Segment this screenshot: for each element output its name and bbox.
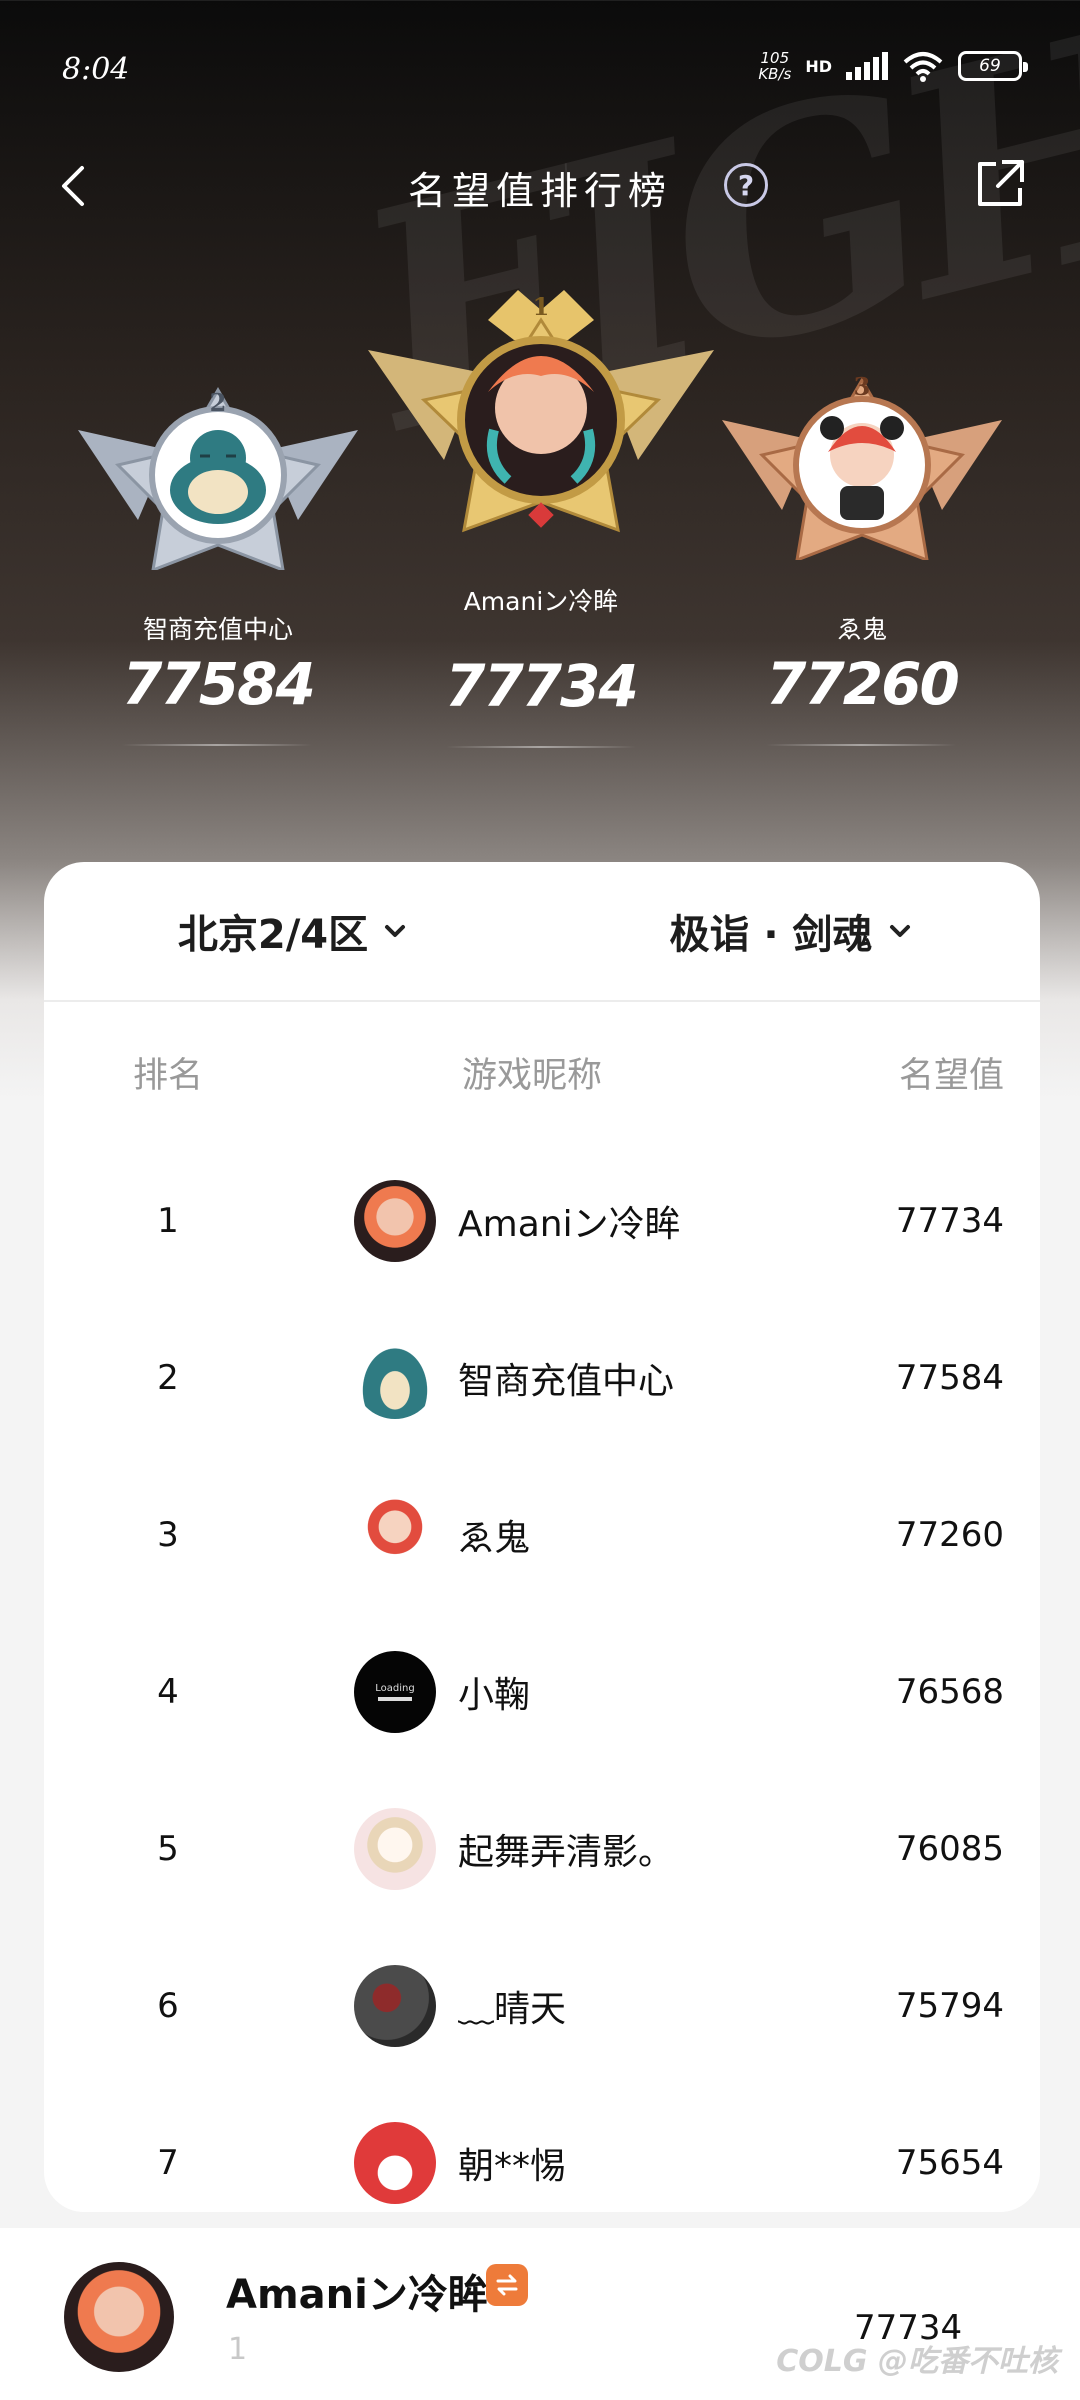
profession-dropdown-label: 极诣 · 剑魂: [669, 912, 873, 958]
my-rank-bar[interactable]: Amaniン冷眸 1 77734 COLG @吃番不吐核: [0, 2228, 1080, 2400]
row-score: 77734: [895, 1200, 1004, 1241]
my-name: Amaniン冷眸: [226, 2272, 488, 2318]
row-rank: 6: [157, 1985, 179, 2026]
header-score: 名望值: [898, 1055, 1004, 1096]
my-rank: 1: [228, 2332, 248, 2367]
chevron-down-icon: [385, 925, 406, 937]
row-score: 76568: [895, 1671, 1004, 1712]
row-player: Amaniン冷眸: [292, 1179, 772, 1262]
row-rank: 7: [157, 2142, 179, 2183]
podium-first-divider: [446, 746, 636, 748]
row-score: 76085: [895, 1828, 1004, 1869]
chibi-avatar[interactable]: [354, 1807, 436, 1890]
row-player: 智商充值中心: [292, 1336, 772, 1419]
row-score: 77584: [895, 1357, 1004, 1398]
filter-bar: 北京2/4区 极诣 · 剑魂: [44, 862, 1040, 1002]
row-player: Loading 小鞠: [292, 1650, 772, 1733]
row-rank: 4: [157, 1671, 179, 1712]
row-rank: 5: [157, 1828, 179, 1869]
row-name: 朝**惕: [458, 2145, 567, 2187]
row-player: 朝**惕: [292, 2121, 772, 2204]
header-bar: 名望值排行榜 ?: [0, 140, 1080, 230]
table-row[interactable]: 1 Amaniン冷眸 77734: [44, 1142, 1040, 1299]
podium-second-score: 77584: [122, 650, 316, 718]
help-icon[interactable]: ?: [724, 163, 768, 207]
row-score: 75794: [895, 1985, 1004, 2026]
podium-first-score: 77734: [445, 652, 639, 720]
row-rank: 1: [157, 1200, 179, 1241]
podium-first-rank: 1: [532, 292, 550, 321]
row-name: ﹏晴天: [458, 1988, 567, 2030]
loading-avatar[interactable]: Loading: [354, 1650, 436, 1733]
row-score: 77260: [895, 1514, 1004, 1555]
my-avatar[interactable]: [64, 2262, 174, 2372]
watermark: COLG @吃番不吐核: [776, 2344, 1058, 2379]
red-hood-avatar[interactable]: [354, 2121, 436, 2204]
podium-third-divider: [766, 744, 956, 746]
row-name: 智商充值中心: [458, 1360, 675, 1402]
top-three-podium: 2 智商充值中心 77584 1 Amaniン冷眸 77734 3 ゑ鬼 772…: [0, 270, 1080, 750]
server-dropdown[interactable]: 北京2/4区: [44, 862, 542, 1000]
header-name: 游戏昵称: [461, 1055, 602, 1096]
podium-second-name: 智商充值中心: [142, 615, 293, 644]
panda-girl-avatar[interactable]: [354, 1493, 436, 1576]
row-rank: 2: [157, 1357, 179, 1398]
battery-icon: 69: [958, 51, 1028, 81]
podium-third-score: 77260: [766, 650, 960, 718]
podium-first-name: Amaniン冷眸: [463, 587, 619, 616]
dark-red-avatar[interactable]: [354, 1964, 436, 2047]
table-row[interactable]: 2 智商充值中心 77584: [44, 1299, 1040, 1456]
snorlax-avatar[interactable]: [354, 1336, 436, 1419]
chevron-down-icon: [889, 925, 910, 937]
status-icons: 105 KB/s HD 69: [758, 49, 1028, 83]
table-row[interactable]: 3 ゑ鬼 77260: [44, 1456, 1040, 1613]
page-title: 名望值排行榜: [407, 169, 672, 213]
row-player: 起舞弄清影。: [292, 1807, 772, 1890]
table-row[interactable]: 4 Loading 小鞠 76568: [44, 1613, 1040, 1770]
server-dropdown-label: 北京2/4区: [177, 912, 369, 958]
network-speed: 105 KB/s: [758, 49, 792, 83]
table-header: 排名 游戏昵称 名望值: [44, 1002, 1040, 1142]
podium-third-rank: 3: [853, 372, 871, 401]
podium-second-divider: [122, 744, 312, 746]
swap-icon: [486, 2264, 528, 2306]
row-score: 75654: [895, 2142, 1004, 2183]
row-player: ﹏晴天: [292, 1964, 772, 2047]
row-name: 起舞弄清影。: [458, 1831, 675, 1873]
table-row[interactable]: 7 朝**惕 75654: [44, 2084, 1040, 2212]
row-name: ゑ鬼: [458, 1517, 531, 1559]
row-rank: 3: [157, 1514, 179, 1555]
header-rank: 排名: [132, 1055, 203, 1096]
ranking-card: 北京2/4区 极诣 · 剑魂 排名 游戏昵称 名望值 1 Amaniン冷眸 77…: [44, 862, 1040, 2212]
row-player: ゑ鬼: [292, 1493, 772, 1576]
row-name: 小鞠: [458, 1674, 531, 1716]
status-time: 8:04: [62, 52, 130, 87]
signal-icon: [846, 52, 888, 80]
podium-third-name: ゑ鬼: [836, 615, 887, 644]
status-bar: 8:04 105 KB/s HD 69: [0, 0, 1080, 130]
hd-indicator: HD: [805, 56, 832, 76]
profession-dropdown[interactable]: 极诣 · 剑魂: [542, 862, 1040, 1000]
anime-girl-avatar[interactable]: [354, 1179, 436, 1262]
share-icon[interactable]: [972, 156, 1028, 212]
row-name: Amaniン冷眸: [458, 1203, 681, 1245]
table-row[interactable]: 6 ﹏晴天 75794: [44, 1927, 1040, 2084]
ranking-list: 1 Amaniン冷眸 77734 2 智商充值中心 77584 3 ゑ鬼 772…: [44, 1142, 1040, 2212]
podium-second-rank: 2: [209, 388, 227, 417]
table-row[interactable]: 5 起舞弄清影。 76085: [44, 1770, 1040, 1927]
wifi-icon: [903, 52, 943, 82]
